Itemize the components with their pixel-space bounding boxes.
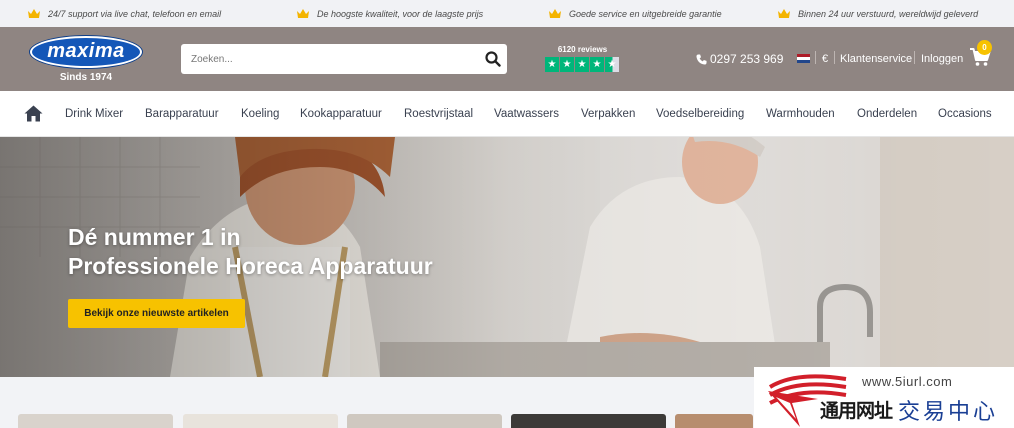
reviews-count: 6120 reviews	[557, 45, 608, 54]
watermark-cn-right: 交易中心	[898, 400, 999, 425]
divider	[815, 51, 816, 64]
search-box	[181, 44, 507, 74]
nav-item-koeling[interactable]: Koeling	[241, 91, 279, 137]
usp-bar: 24/7 support via live chat, telefoon en …	[0, 0, 1014, 27]
hero-title-line1: Dé nummer 1 in	[68, 224, 241, 250]
category-thumbnail[interactable]	[347, 414, 502, 428]
logo-since: Sinds 1974	[59, 72, 113, 83]
nav-item-roestvrijstaal[interactable]: Roestvrijstaal	[404, 91, 473, 137]
nav-item-voedselbereiding[interactable]: Voedselbereiding	[656, 91, 744, 137]
divider	[834, 51, 835, 64]
watermark-cn-left: 通用网址	[820, 400, 893, 422]
maxima-logo[interactable]: maxima Sinds 1974	[28, 34, 144, 86]
nav-item-barapparatuur[interactable]: Barapparatuur	[145, 91, 219, 137]
usp-item: Goede service en uitgebreide garantie	[549, 0, 722, 27]
usp-item: 24/7 support via live chat, telefoon en …	[28, 0, 221, 27]
category-thumbnail[interactable]	[511, 414, 666, 428]
usp-text: 24/7 support via live chat, telefoon en …	[48, 8, 222, 19]
login-link[interactable]: Inloggen	[921, 49, 963, 69]
nav-item-warmhouden[interactable]: Warmhouden	[766, 91, 835, 137]
nav-item-onderdelen[interactable]: Onderdelen	[857, 91, 917, 137]
divider	[914, 51, 915, 64]
rating-stars: ★ ★ ★ ★ ★	[545, 57, 620, 72]
search-input[interactable]	[181, 44, 471, 74]
star-icon: ★	[590, 57, 604, 72]
watermark: www.5iurl.com 通用网址 交易中心	[754, 367, 1014, 428]
usp-text: De hoogste kwaliteit, voor de laagste pr…	[317, 8, 484, 19]
crown-icon	[778, 9, 790, 18]
usp-item: Binnen 24 uur verstuurd, wereldwijd gele…	[778, 0, 978, 27]
hero-banner: Dé nummer 1 in Professionele Horeca Appa…	[0, 137, 1014, 377]
logo-text: maxima	[47, 40, 125, 62]
cart-count-badge: 0	[977, 40, 992, 55]
hero-cta-button[interactable]: Bekijk onze nieuwste artikelen	[68, 299, 245, 328]
category-thumbnail[interactable]	[183, 414, 338, 428]
language-flag-nl[interactable]	[797, 54, 810, 63]
nav-item-verpakken[interactable]: Verpakken	[581, 91, 635, 137]
hero-title: Dé nummer 1 in Professionele Horeca Appa…	[68, 223, 433, 281]
crown-icon	[549, 9, 561, 18]
home-icon[interactable]	[24, 105, 43, 122]
nav-item-vaatwassers[interactable]: Vaatwassers	[494, 91, 559, 137]
star-icon: ★	[560, 57, 574, 72]
usp-text: Goede service en uitgebreide garantie	[569, 8, 722, 19]
phone-link[interactable]: 0297 253 969	[696, 49, 783, 69]
customer-service-link[interactable]: Klantenservice	[840, 49, 912, 69]
nav-item-occasions[interactable]: Occasions	[938, 91, 992, 137]
site-header: maxima Sinds 1974 6120 reviews ★ ★ ★ ★ ★…	[0, 27, 1014, 91]
trustpilot-reviews[interactable]: 6120 reviews ★ ★ ★ ★ ★	[545, 45, 620, 73]
usp-text: Binnen 24 uur verstuurd, wereldwijd gele…	[798, 8, 979, 19]
nav-item-drink-mixer[interactable]: Drink Mixer	[65, 91, 123, 137]
nav-item-kookapparatuur[interactable]: Kookapparatuur	[300, 91, 382, 137]
crown-icon	[297, 9, 309, 18]
usp-item: De hoogste kwaliteit, voor de laagste pr…	[297, 0, 483, 27]
phone-icon	[696, 53, 707, 65]
category-thumbnail[interactable]	[18, 414, 173, 428]
main-nav: Drink Mixer Barapparatuur Koeling Kookap…	[0, 91, 1014, 137]
star-icon: ★	[545, 57, 559, 72]
watermark-url: www.5iurl.com	[862, 374, 953, 389]
hero-title-line2: Professionele Horeca Apparatuur	[68, 253, 433, 279]
phone-number: 0297 253 969	[710, 52, 784, 66]
category-thumbnail[interactable]	[675, 414, 753, 428]
crown-icon	[28, 9, 40, 18]
search-icon[interactable]	[485, 51, 501, 67]
star-icon: ★	[575, 57, 589, 72]
currency-selector[interactable]: €	[822, 49, 828, 69]
star-half-icon: ★	[605, 57, 619, 72]
